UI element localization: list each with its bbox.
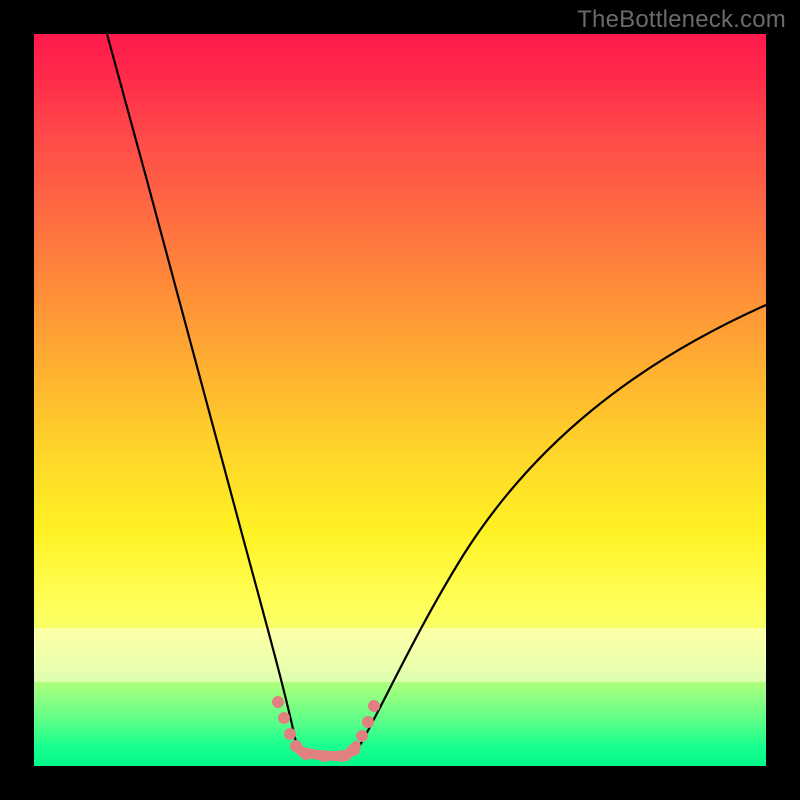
left-curve <box>107 34 298 752</box>
watermark-text: TheBottleneck.com <box>577 6 786 34</box>
right-curve <box>356 305 766 752</box>
plot-area <box>34 34 766 766</box>
curves-svg <box>34 34 766 766</box>
chart-frame: TheBottleneck.com <box>0 0 800 800</box>
